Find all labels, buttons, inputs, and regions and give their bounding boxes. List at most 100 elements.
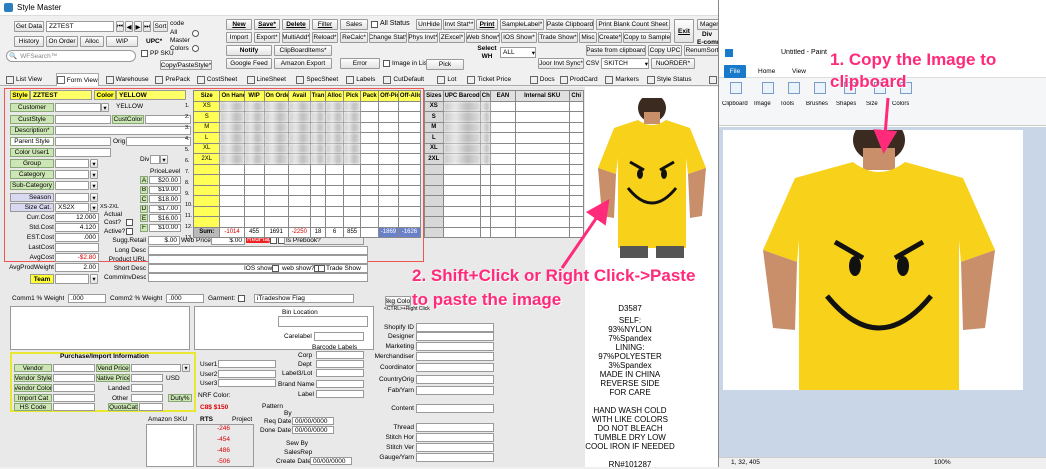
price-level-value[interactable]: $17.00 xyxy=(149,204,181,213)
sample-label-button[interactable]: SampleLabel* xyxy=(500,19,544,30)
copy-to-sample-button[interactable]: Copy to Sample xyxy=(623,32,671,43)
phys-invt-button[interactable]: Phys Invt* xyxy=(408,32,438,43)
table-cell[interactable] xyxy=(378,163,399,175)
table-cell[interactable] xyxy=(243,121,265,133)
field-input-fab-yarn[interactable] xyxy=(416,386,494,395)
table-cell[interactable] xyxy=(490,184,516,196)
table-cell[interactable] xyxy=(568,153,584,165)
search-input[interactable]: 🔍 WFSearch™ xyxy=(6,50,136,62)
table-cell[interactable] xyxy=(568,184,584,196)
table-cell[interactable] xyxy=(442,100,481,112)
table-cell[interactable] xyxy=(325,100,344,112)
table-cell[interactable] xyxy=(287,195,311,207)
table-cell[interactable] xyxy=(309,205,327,217)
vendor-input[interactable] xyxy=(53,364,95,372)
paint-canvas[interactable] xyxy=(723,118,1023,390)
group-dropdown[interactable]: ▾ xyxy=(90,159,98,168)
table-cell[interactable] xyxy=(568,100,584,112)
table-cell[interactable] xyxy=(490,205,516,217)
table-cell[interactable] xyxy=(397,184,422,196)
table-cell[interactable] xyxy=(479,205,492,217)
table-cell[interactable] xyxy=(219,205,245,217)
table-cell[interactable] xyxy=(397,153,422,165)
price-level-value[interactable]: $20.00 xyxy=(149,176,181,184)
table-cell[interactable] xyxy=(442,205,481,217)
tab-prepack[interactable]: PrePack xyxy=(155,73,190,86)
table-cell[interactable] xyxy=(378,184,399,196)
table-cell[interactable] xyxy=(568,205,584,217)
copy-upc-button[interactable]: Copy UPC xyxy=(648,45,682,56)
table-cell[interactable] xyxy=(442,226,481,238)
table-cell[interactable] xyxy=(479,111,492,123)
table-cell[interactable] xyxy=(378,132,399,144)
table-cell[interactable] xyxy=(514,163,570,175)
reload-button[interactable]: Reload* xyxy=(312,32,338,43)
table-cell[interactable] xyxy=(287,132,311,144)
create-date-input[interactable]: 00/00/0000 xyxy=(310,457,352,465)
table-cell[interactable] xyxy=(309,174,327,186)
table-cell[interactable] xyxy=(568,216,584,228)
table-cell[interactable] xyxy=(442,163,481,175)
table-cell[interactable] xyxy=(479,132,492,144)
print-button[interactable]: Print xyxy=(476,19,498,30)
table-cell[interactable] xyxy=(360,121,380,133)
table-cell[interactable] xyxy=(287,163,311,175)
field-input-stitch-ver[interactable] xyxy=(416,443,494,452)
table-cell[interactable] xyxy=(397,174,422,186)
table-cell[interactable] xyxy=(309,153,327,165)
tab-cutdefault[interactable]: CutDefault xyxy=(383,73,424,86)
tab-labels[interactable]: Labels xyxy=(346,73,375,86)
table-cell[interactable] xyxy=(479,216,492,228)
tab-docs[interactable]: Docs xyxy=(529,73,555,86)
table-cell[interactable] xyxy=(325,121,344,133)
field-input-merchandiser[interactable] xyxy=(416,352,494,361)
size-cat-input[interactable]: XS2X xyxy=(55,203,89,212)
div-dropdown[interactable]: ▾ xyxy=(160,155,168,164)
table-cell[interactable] xyxy=(378,195,399,207)
active-checkbox[interactable] xyxy=(126,228,133,235)
first-record-button[interactable]: ⏮ xyxy=(116,21,124,32)
last-record-button[interactable]: ⏭ xyxy=(143,21,151,32)
table-cell[interactable] xyxy=(360,100,380,112)
user2-input[interactable] xyxy=(218,370,276,378)
season-input[interactable] xyxy=(55,193,89,202)
bkg-color-button[interactable]: Bkg Color xyxy=(385,296,411,306)
color-input[interactable]: YELLOW xyxy=(116,90,186,100)
table-cell[interactable] xyxy=(219,111,245,123)
alloc-button[interactable]: Alloc xyxy=(80,36,104,47)
sort-button[interactable]: Sort xyxy=(153,21,168,32)
all-radio[interactable] xyxy=(192,30,199,37)
trade-show-checkbox[interactable] xyxy=(318,265,325,272)
table-cell[interactable] xyxy=(325,184,344,196)
z-excel-button[interactable]: ZExcel* xyxy=(439,32,465,43)
orig-input[interactable] xyxy=(126,137,191,146)
table-cell[interactable] xyxy=(378,121,399,133)
amazon-export-button[interactable]: Amazon Export xyxy=(274,58,332,69)
table-cell[interactable] xyxy=(263,174,289,186)
table-cell[interactable] xyxy=(514,226,570,238)
hs-code-input[interactable] xyxy=(53,403,95,411)
table-cell[interactable] xyxy=(479,174,492,186)
description-input[interactable] xyxy=(55,126,191,135)
table-cell[interactable] xyxy=(568,163,584,175)
std-cost-input[interactable]: 4.120 xyxy=(55,223,99,232)
filter-button[interactable]: Filter xyxy=(312,19,338,30)
category-input[interactable] xyxy=(55,170,89,179)
table-cell[interactable] xyxy=(263,121,289,133)
table-cell[interactable] xyxy=(360,163,380,175)
table-cell[interactable] xyxy=(490,111,516,123)
table-cell[interactable] xyxy=(342,205,362,217)
save-button[interactable]: Save* xyxy=(254,19,280,30)
field-input-gauge-yarn[interactable] xyxy=(416,453,494,462)
table-cell[interactable] xyxy=(514,142,570,154)
price-level-value[interactable]: $10.00 xyxy=(149,223,181,232)
field-input-stitch-hor[interactable] xyxy=(416,433,494,442)
other-input[interactable] xyxy=(131,394,163,402)
table-cell[interactable] xyxy=(243,163,265,175)
table-cell[interactable] xyxy=(243,184,265,196)
table-cell[interactable] xyxy=(378,153,399,165)
table-cell[interactable] xyxy=(442,121,481,133)
table-cell[interactable] xyxy=(479,142,492,154)
table-cell[interactable] xyxy=(287,205,311,217)
table-cell[interactable] xyxy=(243,153,265,165)
